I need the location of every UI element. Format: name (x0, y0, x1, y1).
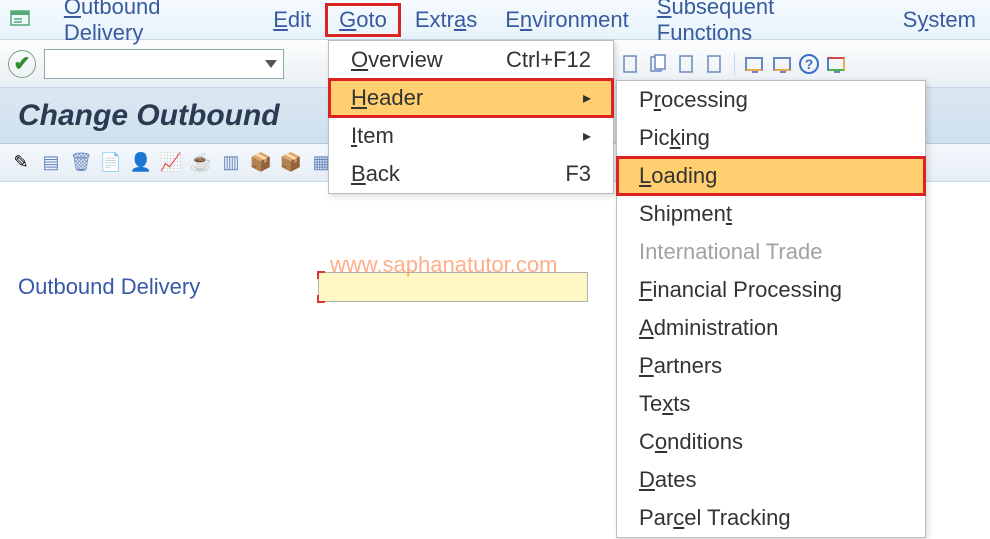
header-conditions[interactable]: Conditions (617, 423, 925, 461)
outbound-delivery-label: Outbound Delivery (18, 274, 318, 300)
outbound-delivery-input[interactable] (318, 272, 588, 302)
header-texts[interactable]: Texts (617, 385, 925, 423)
menu-extras[interactable]: Extras (401, 3, 491, 37)
help-icon[interactable]: ? (799, 54, 819, 74)
copy-icon[interactable]: 📄 (100, 152, 122, 174)
menu-system[interactable]: System (889, 3, 990, 37)
goto-dropdown: Overview Ctrl+F12 Header ▸ Item ▸ Back F… (328, 40, 614, 194)
enter-icon[interactable]: ✔ (8, 50, 36, 78)
edit-icon[interactable]: ✎ (10, 152, 32, 174)
menu-subsequent-functions[interactable]: Subsequent Functions (643, 0, 889, 50)
goto-overview[interactable]: Overview Ctrl+F12 (329, 41, 613, 79)
box-icon[interactable]: 📦 (250, 152, 272, 174)
toolbar-right-icons: ? (620, 53, 847, 75)
goto-item[interactable]: Item ▸ (329, 117, 613, 155)
page-new-icon[interactable] (620, 53, 642, 75)
header-shipment[interactable]: Shipment (617, 195, 925, 233)
app-menu-icon[interactable] (8, 8, 32, 32)
header-dates[interactable]: Dates (617, 461, 925, 499)
layout-icon[interactable] (743, 53, 765, 75)
menu-outbound-delivery[interactable]: OOutbound Deliveryutbound Delivery (50, 0, 259, 50)
page-prev-icon[interactable] (676, 53, 698, 75)
header-picking[interactable]: Picking (617, 119, 925, 157)
header-loading[interactable]: Loading (617, 157, 925, 195)
page-copy-icon[interactable] (648, 53, 670, 75)
header-processing[interactable]: Processing (617, 81, 925, 119)
doc-icon[interactable]: ▤ (40, 152, 62, 174)
menu-edit[interactable]: Edit (259, 3, 325, 37)
page-next-icon[interactable] (704, 53, 726, 75)
mountain-icon[interactable]: 📈 (160, 152, 182, 174)
trash-icon[interactable]: 🗑 (70, 152, 92, 174)
goto-back[interactable]: Back F3 (329, 155, 613, 193)
header-financial-processing[interactable]: Financial Processing (617, 271, 925, 309)
customize-icon[interactable] (825, 53, 847, 75)
submenu-arrow-icon: ▸ (583, 88, 591, 108)
header-partners[interactable]: Partners (617, 347, 925, 385)
user-icon[interactable]: 👤 (130, 152, 152, 174)
sheet-icon[interactable]: ▥ (220, 152, 242, 174)
page-title: Change Outbound (18, 99, 280, 133)
goto-header[interactable]: Header ▸ (329, 79, 613, 117)
menu-environment[interactable]: Environment (491, 3, 643, 37)
command-field[interactable] (44, 49, 284, 79)
header-parcel-tracking[interactable]: Parcel Tracking (617, 499, 925, 537)
header-administration[interactable]: Administration (617, 309, 925, 347)
separator-icon (734, 53, 735, 75)
dropdown-icon (265, 60, 277, 68)
submenu-arrow-icon: ▸ (583, 126, 591, 146)
box2-icon[interactable]: 📦 (280, 152, 302, 174)
session-icon[interactable] (771, 53, 793, 75)
menu-goto[interactable]: Goto (325, 3, 401, 37)
cup-icon[interactable]: ☕ (190, 152, 212, 174)
header-international-trade: International Trade (617, 233, 925, 271)
menubar: OOutbound Deliveryutbound Delivery Edit … (0, 0, 990, 40)
header-submenu: Processing Picking Loading Shipment Inte… (616, 80, 926, 538)
